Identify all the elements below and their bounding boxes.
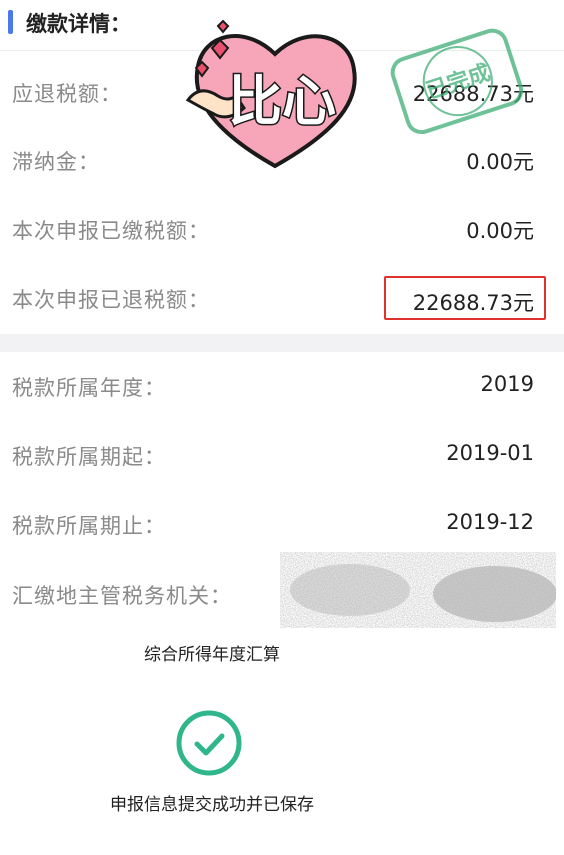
row-value: 2019-12	[446, 510, 534, 534]
row-label: 本次申报已退税额：	[12, 288, 210, 312]
row-period-end: 税款所属期止： 2019-12	[0, 488, 564, 556]
tax-payment-details-screen: 缴款详情： 应退税额： 22688.73元 滞纳金： 0.00元 本次申报已缴税…	[0, 0, 564, 855]
row-value: 2019	[480, 372, 534, 396]
success-check-icon	[176, 710, 242, 776]
heart-sticker: 比心	[185, 19, 357, 169]
row-label: 应退税额：	[12, 82, 122, 106]
redaction-smudge	[280, 552, 556, 628]
row-value: 0.00元	[466, 150, 534, 174]
row-label: 滞纳金：	[12, 150, 100, 174]
row-value: 0.00元	[466, 219, 534, 243]
row-label: 税款所属期起：	[12, 445, 166, 469]
completed-stamp: 已完成	[390, 28, 524, 135]
sticker-text: 比心	[228, 70, 336, 133]
row-label: 税款所属年度：	[12, 376, 166, 400]
row-label: 本次申报已缴税额：	[12, 219, 210, 243]
refunded-amount-highlight: 22688.73元	[384, 276, 546, 320]
row-label: 汇缴地主管税务机关：	[12, 584, 232, 608]
row-label: 税款所属期止：	[12, 514, 166, 538]
section-title: 缴款详情：	[26, 12, 131, 36]
section-accent-bar	[8, 10, 13, 34]
row-paid-tax: 本次申报已缴税额： 0.00元	[0, 193, 564, 261]
row-value: 2019-01	[446, 441, 534, 465]
stamp-text: 已完成	[423, 59, 494, 104]
row-period-start: 税款所属期起： 2019-01	[0, 419, 564, 487]
row-value: 22688.73元	[412, 291, 534, 315]
submission-status-text: 申报信息提交成功并已保存	[110, 795, 314, 815]
summary-title: 综合所得年度汇算	[144, 645, 280, 665]
row-tax-year: 税款所属年度： 2019	[0, 350, 564, 418]
